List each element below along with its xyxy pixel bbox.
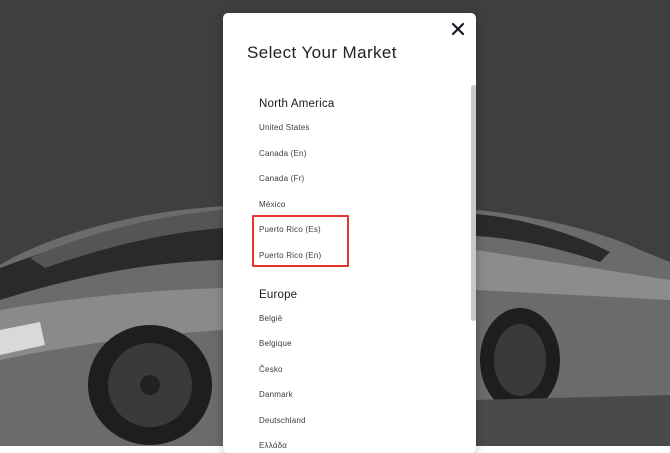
market-link-mexico[interactable]: México — [259, 200, 286, 209]
market-link-cesko[interactable]: Česko — [259, 365, 283, 374]
region-heading-europe: Europe — [259, 289, 298, 301]
scrollbar-thumb[interactable] — [471, 85, 476, 321]
market-link-belgie[interactable]: België — [259, 314, 282, 323]
close-button[interactable] — [449, 20, 467, 38]
region-heading-north-america: North America — [259, 98, 335, 110]
market-link-deutschland[interactable]: Deutschland — [259, 416, 306, 425]
highlight-annotation-box — [252, 215, 349, 267]
market-link-danmark[interactable]: Danmark — [259, 390, 293, 399]
market-link-canada-en[interactable]: Canada (En) — [259, 149, 307, 158]
market-link-belgique[interactable]: Belgique — [259, 339, 292, 348]
market-link-united-states[interactable]: United States — [259, 123, 310, 132]
close-icon[interactable] — [449, 20, 467, 38]
market-link-canada-fr[interactable]: Canada (Fr) — [259, 174, 304, 183]
modal-title: Select Your Market — [247, 43, 397, 62]
